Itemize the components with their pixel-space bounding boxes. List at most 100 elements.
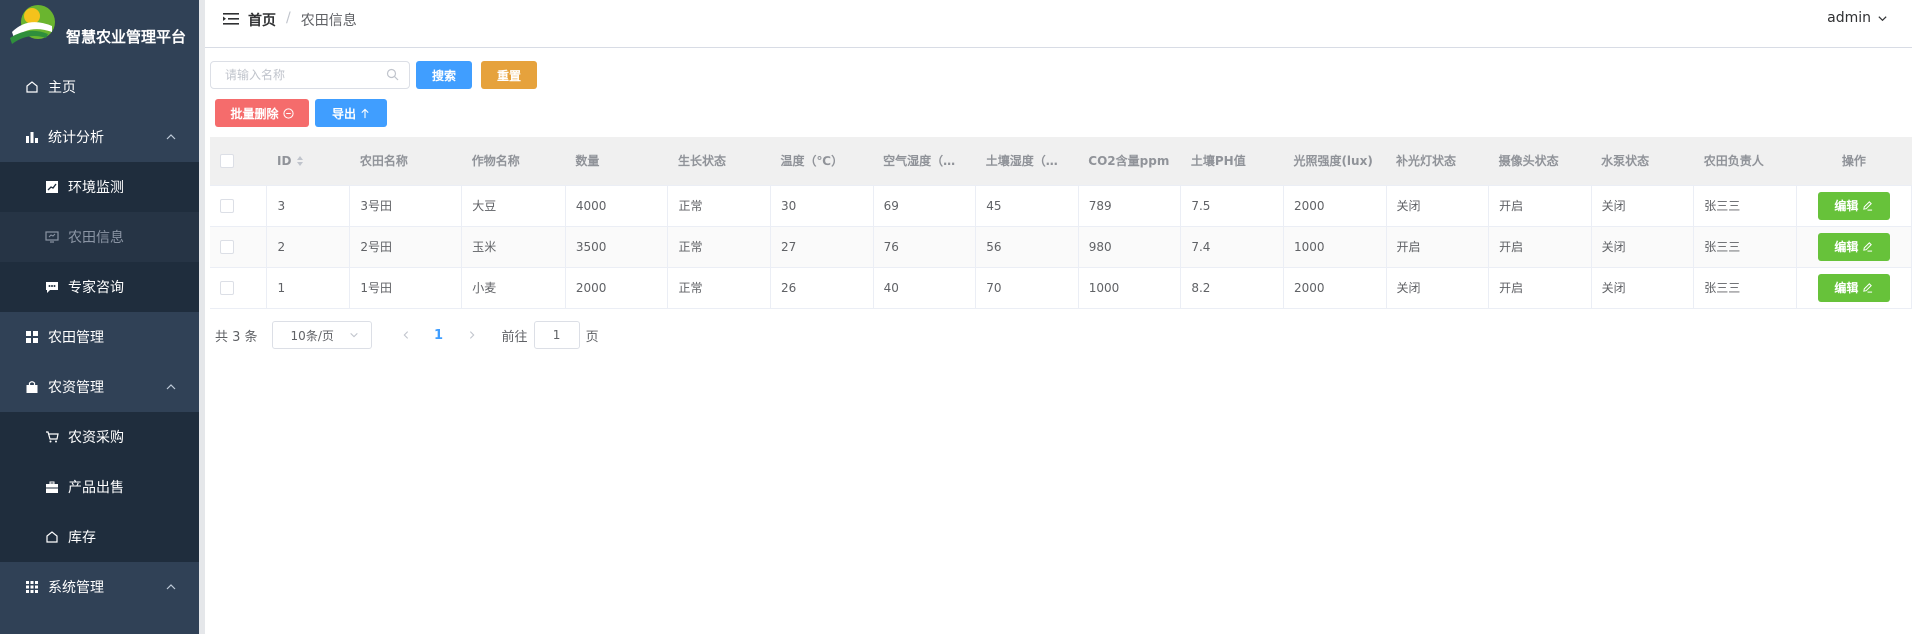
cell-camera: 开启 — [1488, 226, 1592, 268]
column-header-soil-ph: 土壤PH值 — [1180, 137, 1284, 186]
row-checkbox[interactable] — [220, 198, 234, 213]
cell-quantity: 3500 — [565, 226, 669, 268]
column-header-camera: 摄像头状态 — [1488, 137, 1592, 186]
column-header-pump: 水泵状态 — [1591, 137, 1694, 186]
sidebar-item-farmland-management[interactable]: 农田管理 — [0, 312, 199, 362]
cell-id: 2 — [266, 226, 351, 268]
line-chart-icon — [44, 179, 60, 195]
cell-light-intensity: 2000 — [1283, 185, 1387, 227]
cell-crop-name: 小麦 — [461, 267, 566, 309]
chevron-right-icon — [469, 331, 474, 339]
breadcrumb-home[interactable]: 首页 — [248, 10, 276, 30]
cell-camera: 开启 — [1488, 185, 1592, 227]
bag-icon — [24, 379, 40, 395]
export-button[interactable]: 导出 — [315, 99, 387, 127]
user-dropdown[interactable]: admin — [1827, 10, 1888, 26]
column-header-light-intensity: 光照强度(lux) — [1283, 137, 1387, 186]
breadcrumb: 首页 / 农田信息 — [248, 10, 357, 30]
pagination: 共 3 条 10条/页 1 前往 页 — [215, 321, 599, 349]
column-header-quantity: 数量 — [565, 137, 668, 186]
sidebar-item-expert-consult[interactable]: 专家咨询 — [0, 262, 199, 312]
column-header-actions: 操作 — [1796, 137, 1912, 186]
column-header-id[interactable]: ID — [266, 137, 350, 186]
cell-soil-humidity: 45 — [975, 185, 1079, 227]
cell-camera: 开启 — [1488, 267, 1592, 309]
row-select-cell — [210, 267, 268, 309]
menu-grid-icon — [24, 579, 40, 595]
pagination-total: 共 3 条 — [215, 329, 258, 345]
search-input[interactable] — [210, 61, 410, 89]
sidebar-item-agri-supplies[interactable]: 农资管理 — [0, 362, 199, 412]
cell-growth-status: 正常 — [667, 185, 772, 227]
goto-suffix: 页 — [585, 329, 599, 345]
row-select-cell — [210, 185, 268, 227]
sidebar-item-label: 环境监测 — [68, 180, 124, 196]
cell-co2: 1000 — [1078, 267, 1182, 309]
cell-light-intensity: 2000 — [1283, 267, 1387, 309]
edit-button[interactable]: 编辑 — [1817, 232, 1890, 261]
cell-owner: 张三三 — [1693, 267, 1797, 309]
app-title: 智慧农业管理平台 — [66, 28, 187, 46]
reset-button[interactable]: 重置 — [481, 61, 537, 89]
bar-chart-icon — [24, 129, 40, 145]
sort-icon[interactable] — [296, 155, 304, 167]
cell-actions: 编辑 — [1796, 267, 1912, 309]
row-checkbox[interactable] — [220, 280, 234, 295]
batch-delete-button[interactable]: 批量删除 — [215, 99, 309, 127]
cell-soil-ph: 7.5 — [1180, 185, 1284, 227]
cell-actions: 编辑 — [1796, 226, 1912, 268]
cell-air-humidity: 76 — [873, 226, 977, 268]
sidebar-item-supplies-purchase[interactable]: 农资采购 — [0, 412, 199, 462]
edit-icon — [1863, 283, 1873, 293]
main-content: 搜索 重置 批量删除 导出 ID 农田名称 作物名称 数量 生长状态 温度（℃）… — [205, 49, 1912, 634]
logo-area: 智慧农业管理平台 — [0, 0, 199, 62]
edit-label: 编辑 — [1834, 281, 1859, 295]
sidebar-item-statistics[interactable]: 统计分析 — [0, 112, 199, 162]
goto-page-input[interactable] — [533, 321, 580, 349]
cell-co2: 980 — [1078, 226, 1182, 268]
breadcrumb-separator: / — [286, 10, 291, 26]
prev-page-button[interactable] — [392, 321, 420, 349]
home-icon — [24, 79, 40, 95]
cell-field-name: 1号田 — [349, 267, 463, 309]
sidebar-item-home[interactable]: 主页 — [0, 62, 199, 112]
hamburger-icon[interactable] — [223, 12, 239, 26]
cell-growth-status: 正常 — [667, 267, 772, 309]
table-header-row: ID 农田名称 作物名称 数量 生长状态 温度（℃） 空气湿度（… 土壤湿度（…… — [210, 137, 1912, 186]
search-button[interactable]: 搜索 — [416, 61, 472, 89]
sidebar-item-environment-monitoring[interactable]: 环境监测 — [0, 162, 199, 212]
page-number[interactable]: 1 — [424, 321, 454, 349]
batch-delete-label: 批量删除 — [230, 106, 279, 121]
column-header-growth-status: 生长状态 — [667, 137, 771, 186]
column-header-temperature: 温度（℃） — [770, 137, 874, 186]
edit-button[interactable]: 编辑 — [1817, 191, 1890, 220]
cell-pump: 关闭 — [1591, 185, 1695, 227]
table-body: 3 3号田 大豆 4000 正常 30 69 45 789 7.5 2000 关闭 开启 关闭 张三三 编辑 2… — [210, 185, 1912, 309]
chevron-up-icon — [166, 584, 176, 590]
row-checkbox[interactable] — [220, 239, 234, 254]
remove-circle-icon — [282, 107, 294, 119]
edit-button[interactable]: 编辑 — [1817, 273, 1890, 302]
page-size-select[interactable]: 10条/页 — [271, 321, 372, 349]
cell-field-name: 2号田 — [349, 226, 463, 268]
sidebar-item-system-management[interactable]: 系统管理 — [0, 562, 199, 612]
sidebar-item-farmland-info[interactable]: 农田信息 — [0, 212, 199, 262]
column-header-crop-name: 作物名称 — [461, 137, 566, 186]
cell-id: 3 — [266, 185, 351, 227]
cell-soil-humidity: 56 — [975, 226, 1079, 268]
cell-id: 1 — [266, 267, 351, 309]
logo — [10, 5, 55, 44]
chevron-down-icon — [1878, 15, 1887, 21]
select-all-checkbox[interactable] — [220, 154, 234, 168]
search-icon — [386, 68, 399, 81]
sidebar-item-inventory[interactable]: 库存 — [0, 512, 199, 562]
cell-soil-ph: 7.4 — [1180, 226, 1284, 268]
chevron-up-icon — [166, 134, 176, 140]
column-header-fill-light: 补光灯状态 — [1386, 137, 1489, 186]
cell-field-name: 3号田 — [349, 185, 463, 227]
sidebar-item-product-sales[interactable]: 产品出售 — [0, 462, 199, 512]
cart-icon — [44, 429, 60, 445]
next-page-button[interactable] — [458, 321, 486, 349]
edit-label: 编辑 — [1834, 199, 1859, 213]
chevron-down-icon — [349, 332, 358, 338]
